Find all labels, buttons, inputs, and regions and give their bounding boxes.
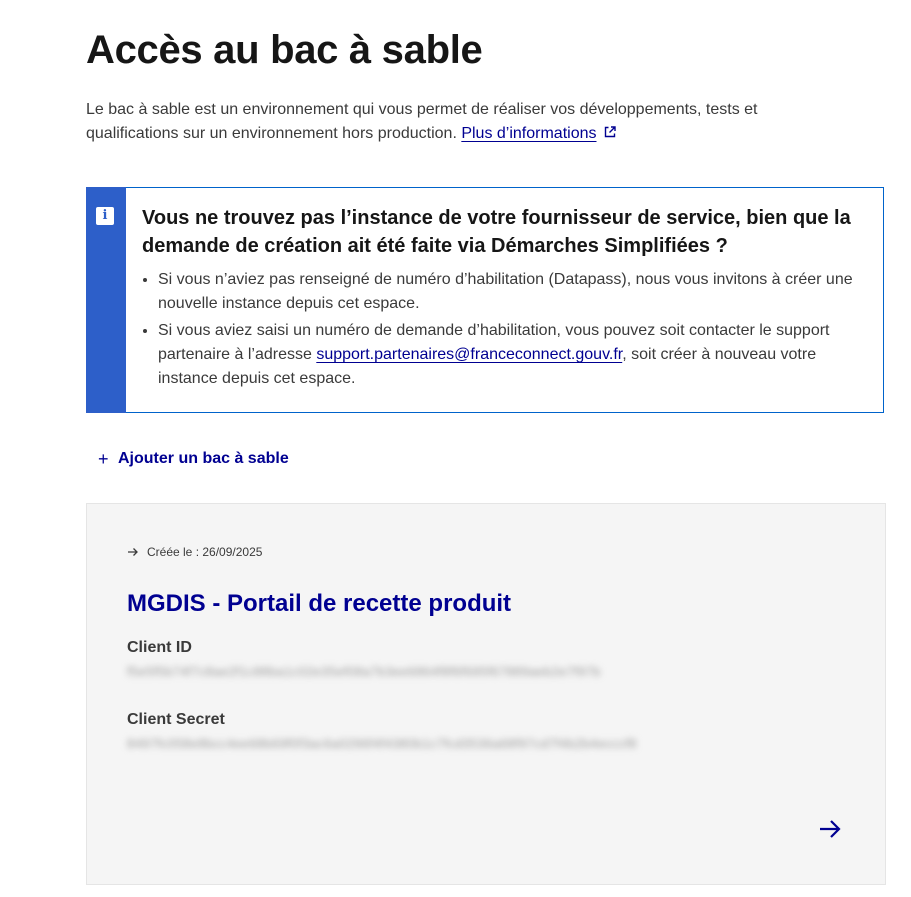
arrow-right-icon[interactable]: [817, 816, 843, 842]
arrow-right-small-icon: [128, 548, 138, 556]
support-email-link[interactable]: support.partenaires@franceconnect.gouv.f…: [316, 346, 622, 363]
client-secret-value: 8497fc058e8bcc4ee68b69f0f3ac6a0296f4f438…: [127, 736, 637, 751]
intro-paragraph: Le bac à sable est un environnement qui …: [86, 98, 846, 146]
external-link-icon: [604, 126, 616, 138]
client-id-label: Client ID: [127, 639, 192, 656]
notice-item-with-habilitation: Si vous aviez saisi un numéro de demande…: [158, 319, 878, 391]
client-secret-label: Client Secret: [127, 711, 225, 728]
notice-accent-bar: i: [86, 187, 126, 413]
notice-title: Vous ne trouvez pas l’instance de votre …: [142, 207, 851, 257]
notice-item-no-habilitation: Si vous n’aviez pas renseigné de numéro …: [158, 268, 878, 316]
page-title: Accès au bac à sable: [86, 28, 483, 72]
notice-list: Si vous n’aviez pas renseigné de numéro …: [142, 268, 878, 394]
add-sandbox-label: Ajouter un bac à sable: [118, 450, 289, 467]
info-icon: i: [96, 207, 114, 225]
plus-icon: +: [98, 448, 109, 469]
card-date: Créée le : 26/09/2025: [127, 545, 262, 559]
client-id-value: f5e5f5b74f7c8ae2f1c88ba1c02e35ef08a7b3ee…: [127, 664, 601, 679]
card-title[interactable]: MGDIS - Portail de recette produit: [127, 588, 511, 620]
sandbox-page: Accès au bac à sable Le bac à sable est …: [0, 0, 911, 897]
intro-text: Le bac à sable est un environnement qui …: [86, 101, 758, 142]
sandbox-card[interactable]: Créée le : 26/09/2025 MGDIS - Portail de…: [86, 503, 886, 885]
card-date-text: Créée le : 26/09/2025: [147, 545, 263, 559]
more-info-link-label: Plus d’informations: [461, 125, 597, 142]
add-sandbox-button[interactable]: + Ajouter un bac à sable: [98, 446, 289, 472]
more-info-link[interactable]: Plus d’informations: [461, 125, 616, 142]
info-notice: i Vous ne trouvez pas l’instance de votr…: [86, 187, 884, 413]
